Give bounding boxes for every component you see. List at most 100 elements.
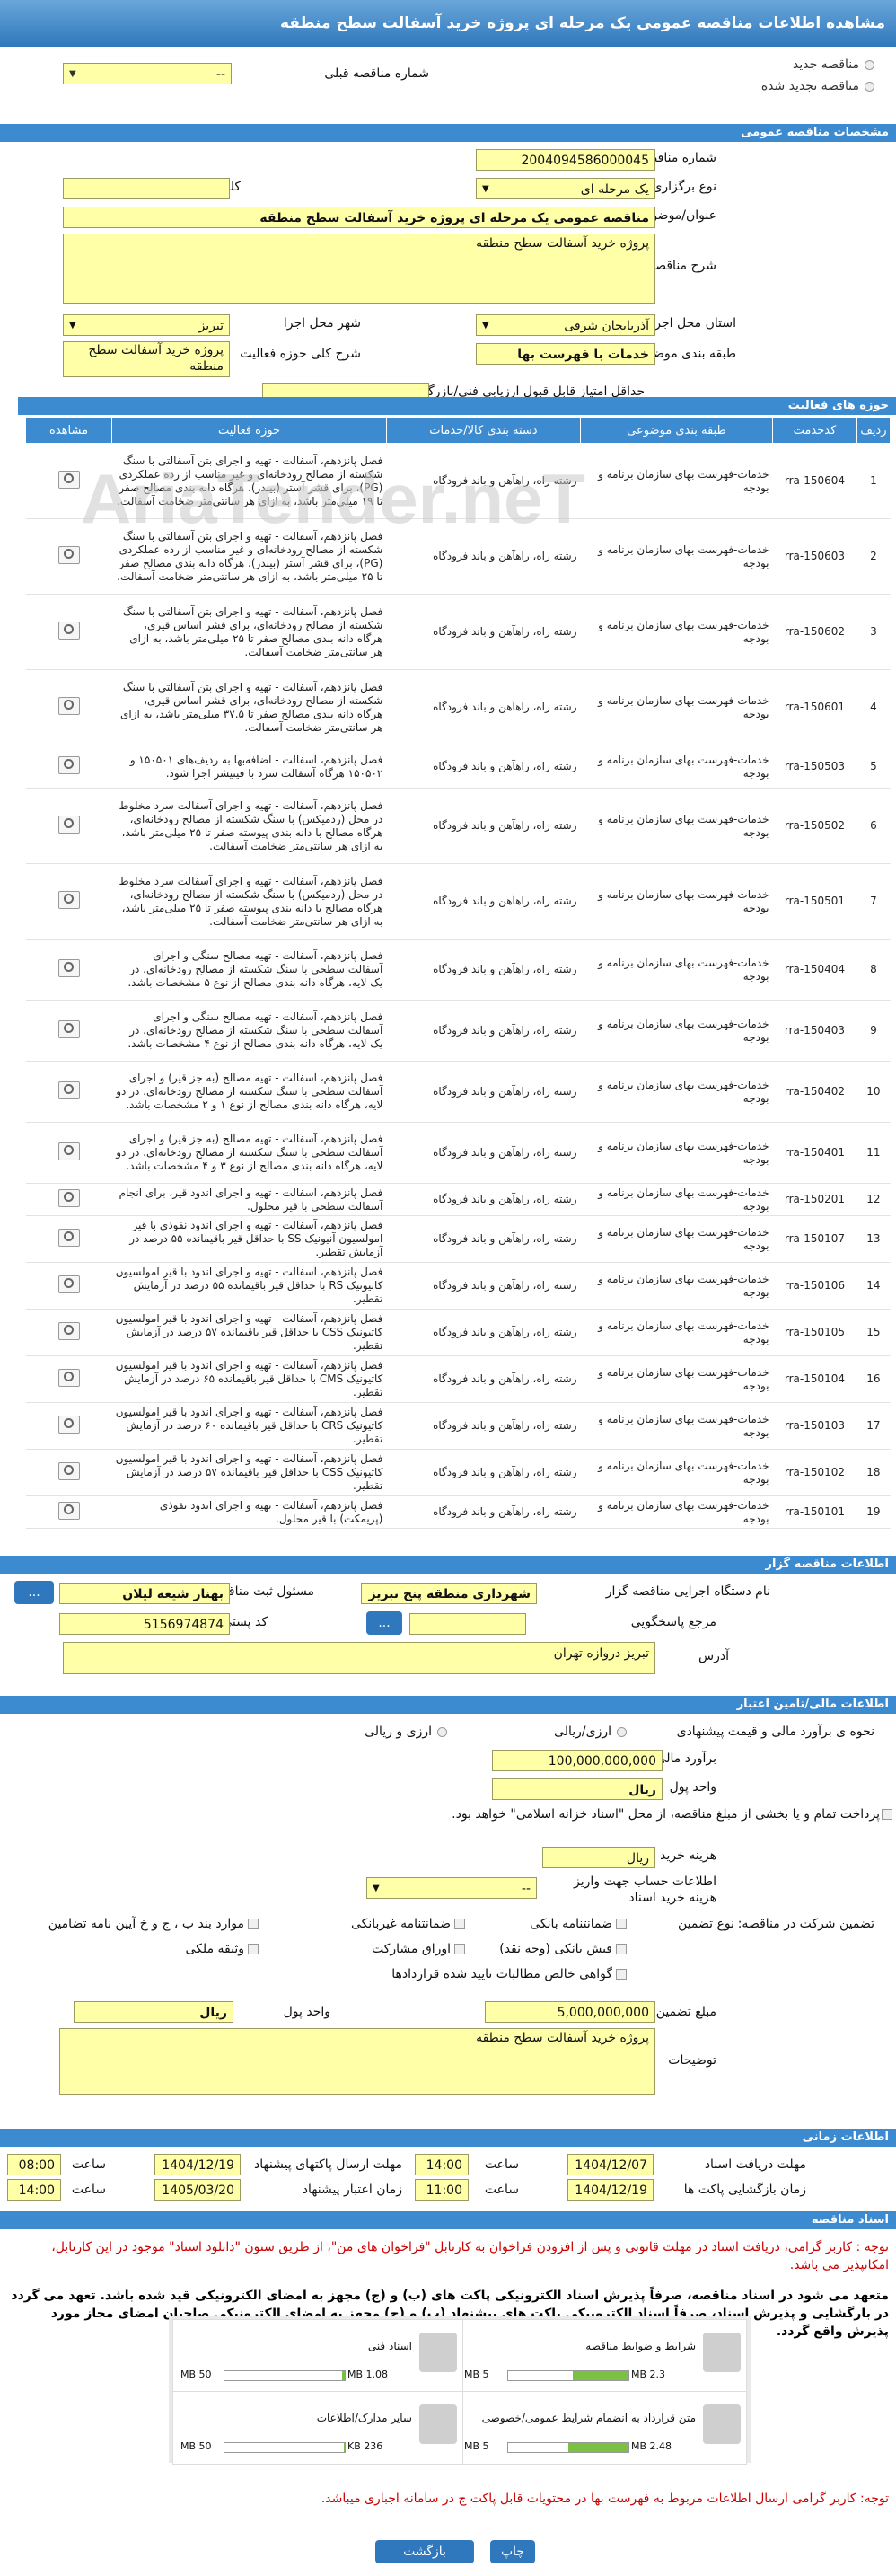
scope-field[interactable]: پروژه خرید آسفالت سطح منطقه [63, 341, 230, 377]
receive-date-field[interactable]: 1404/12/07 [567, 2154, 654, 2175]
checkbox-icon[interactable] [616, 1944, 627, 1954]
open-date-field[interactable]: 1404/12/19 [567, 2179, 654, 2201]
doc-cost-field[interactable]: ریال [542, 1847, 655, 1868]
cell-view[interactable] [25, 669, 112, 745]
g-clauses[interactable]: موارد بند ب ، ج و خ آیین نامه تضامین [48, 1917, 259, 1931]
magnifier-icon[interactable] [57, 890, 80, 909]
cell-view[interactable] [25, 863, 112, 940]
doc-item[interactable]: اسناد فنی 50 MB 1.08 MB [172, 2319, 463, 2393]
more-button[interactable]: ... [14, 1581, 54, 1604]
opt-rial[interactable]: ارزی/ریالی [554, 1725, 627, 1739]
cell-view[interactable] [25, 1215, 112, 1263]
opt-fx[interactable]: ارزی و ریالی [365, 1725, 447, 1739]
keyword-field[interactable] [63, 178, 230, 199]
cell-view[interactable] [25, 788, 112, 864]
cell-view[interactable] [25, 594, 112, 670]
subject-field[interactable]: مناقصه عمومی یک مرحله ای پروژه خرید آسفا… [63, 207, 655, 228]
amount-field[interactable]: 5,000,000,000 [485, 2001, 655, 2023]
doc-item[interactable]: سایر مدارک/اطلاعات 50 MB 236 KB [172, 2391, 463, 2465]
back-button[interactable]: بازگشت [375, 2540, 474, 2563]
g-cash[interactable]: فیش بانکی (وجه نقد) [499, 1942, 627, 1956]
magnifier-icon[interactable] [57, 815, 80, 834]
g-bonds[interactable]: اوراق مشارکت [372, 1942, 465, 1956]
cell-view[interactable] [25, 1262, 112, 1310]
category-field[interactable]: خدمات با فهرست بها [476, 343, 655, 365]
cell-view[interactable] [25, 1309, 112, 1356]
type-select[interactable]: یک مرحله ای ▼ [476, 178, 655, 199]
currency-field[interactable]: ریال [492, 1778, 663, 1800]
person-field[interactable]: بهنار شیعه لیلان [59, 1583, 230, 1604]
magnifier-icon[interactable] [57, 621, 80, 640]
radio-icon[interactable] [617, 1726, 627, 1737]
magnifier-icon[interactable] [57, 1228, 80, 1247]
receive-time-field[interactable]: 14:00 [415, 2154, 469, 2175]
doc-max: 5 MB [464, 2440, 489, 2452]
city-select[interactable]: تبریز ▼ [63, 314, 230, 336]
magnifier-icon[interactable] [57, 1188, 80, 1207]
ref-more-button[interactable]: ... [366, 1611, 402, 1635]
open-time-field[interactable]: 11:00 [415, 2179, 469, 2201]
radio-icon[interactable] [865, 59, 874, 70]
g-nonbank[interactable]: ضمانتنامه غیربانکی [351, 1917, 465, 1931]
cell-view[interactable] [25, 1061, 112, 1123]
cell-view[interactable] [25, 1122, 112, 1184]
magnifier-icon[interactable] [57, 1321, 80, 1340]
magnifier-icon[interactable] [57, 1081, 80, 1099]
checkbox-icon[interactable] [248, 1919, 259, 1929]
cell-view[interactable] [25, 1000, 112, 1062]
print-button[interactable]: چاپ [490, 2540, 535, 2563]
checkbox-icon[interactable] [616, 1969, 627, 1980]
cell-view[interactable] [25, 1183, 112, 1216]
tender-number-field[interactable]: 2004094586000045 [476, 149, 655, 171]
checkbox-icon[interactable] [882, 1809, 892, 1820]
send-time-field[interactable]: 08:00 [7, 2154, 61, 2175]
estimate-field[interactable]: 100,000,000,000 [492, 1750, 663, 1771]
magnifier-icon[interactable] [57, 755, 80, 774]
cell-view[interactable] [25, 745, 112, 789]
magnifier-icon[interactable] [57, 1501, 80, 1520]
table-row: 5 rra-150503 خدمات-فهرست بهای سازمان برنام… [25, 745, 891, 789]
cell-view[interactable] [25, 1355, 112, 1403]
magnifier-icon[interactable] [57, 1461, 80, 1480]
doc-item[interactable]: متن قرارداد به انضمام شرایط عمومی/خصوصی … [456, 2391, 747, 2465]
checkbox-icon[interactable] [248, 1944, 259, 1954]
magnifier-icon[interactable] [57, 696, 80, 715]
g-claims[interactable]: گواهی خالص مطالبات تایید شده قراردادها [391, 1967, 627, 1981]
prev-number-select[interactable]: -- ▼ [63, 63, 232, 84]
magnifier-icon[interactable] [57, 545, 80, 564]
magnifier-icon[interactable] [57, 1275, 80, 1293]
magnifier-icon[interactable] [57, 958, 80, 977]
desc-field[interactable]: پروژه خرید آسفالت سطح منطقه [63, 234, 655, 304]
cell-view[interactable] [25, 1495, 112, 1529]
notes-field[interactable]: پروژه خرید آسفالت سطح منطقه [59, 2028, 655, 2095]
amount-currency-field[interactable]: ریال [74, 2001, 233, 2023]
checkbox-icon[interactable] [616, 1919, 627, 1929]
g-property[interactable]: وثیقه ملکی [186, 1942, 259, 1956]
section-activities[interactable]: حوزه های فعالیت [18, 397, 896, 415]
send-date-field[interactable]: 1404/12/19 [154, 2154, 241, 2175]
radio-icon[interactable] [865, 81, 874, 92]
magnifier-icon[interactable] [57, 470, 80, 489]
postal-field[interactable]: 5156974874 [59, 1613, 230, 1635]
cell-view[interactable] [25, 1449, 112, 1496]
doc-item[interactable]: شرایط و ضوابط مناقصه 5 MB 2.3 MB [456, 2319, 747, 2393]
ref-field[interactable] [409, 1613, 526, 1635]
cell-view[interactable] [25, 939, 112, 1001]
checkbox-icon[interactable] [454, 1944, 465, 1954]
magnifier-icon[interactable] [57, 1019, 80, 1038]
g-bank[interactable]: ضمانتنامه بانکی [530, 1917, 627, 1931]
org-field[interactable]: شهرداری منطقه پنج تبریز [361, 1583, 537, 1604]
checkbox-icon[interactable] [454, 1919, 465, 1929]
province-select[interactable]: آذربایجان شرقی ▼ [476, 314, 655, 336]
magnifier-icon[interactable] [57, 1368, 80, 1387]
cell-view[interactable] [25, 1402, 112, 1450]
table-row: 9 rra-150403 خدمات-فهرست بهای سازمان برنام… [25, 1000, 891, 1062]
magnifier-icon[interactable] [57, 1142, 80, 1160]
radio-icon[interactable] [437, 1726, 447, 1737]
magnifier-icon[interactable] [57, 1415, 80, 1434]
account-select[interactable]: -- ▼ [366, 1877, 537, 1899]
validity-time-field[interactable]: 14:00 [7, 2179, 61, 2201]
validity-date-field[interactable]: 1405/03/20 [154, 2179, 241, 2201]
cell-idx: 11 [856, 1122, 891, 1184]
address-field[interactable]: تبریز دروازه تهران [63, 1642, 655, 1674]
